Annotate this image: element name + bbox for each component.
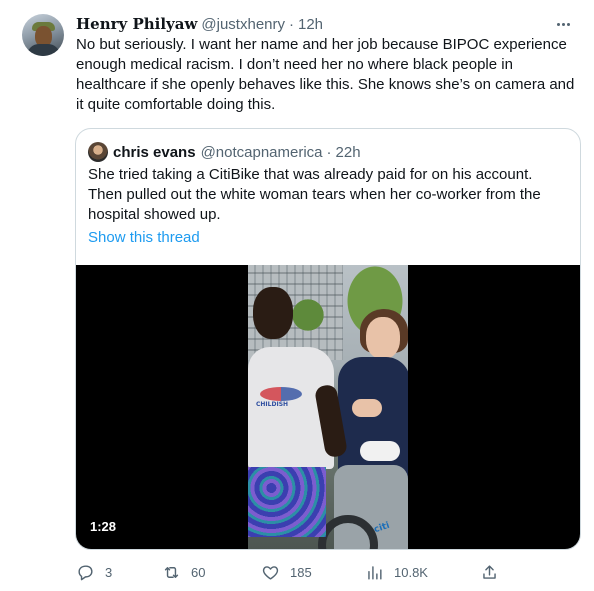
quoted-tweet[interactable]: chris evans @notcapnamerica · 22h She tr… (75, 128, 581, 550)
tweet[interactable]: Henry Philyaw @justxhenry · 12h No but s… (0, 0, 594, 591)
author-display-name[interactable]: Henry Philyaw (76, 15, 197, 33)
show-thread-link[interactable]: Show this thread (88, 229, 200, 246)
tweet-text: No but seriously. I want her name and he… (76, 36, 575, 113)
video-player[interactable]: citi CHILDISH 1:28 (76, 265, 580, 549)
quoted-author-display-name[interactable]: chris evans (113, 144, 196, 161)
shirt-logo (260, 387, 302, 401)
retweet-button[interactable]: 60 (162, 560, 205, 584)
like-button[interactable]: 185 (261, 560, 312, 584)
retweet-icon (164, 566, 179, 578)
tweet-actions: 3 60 185 10.8K (76, 560, 496, 584)
reply-icon (78, 564, 93, 580)
reply-count: 3 (105, 564, 113, 580)
heart-icon (262, 565, 279, 580)
avatar-body (27, 44, 60, 56)
separator-dot: · (326, 143, 332, 161)
quoted-author-handle[interactable]: @notcapnamerica (201, 144, 323, 161)
views-count: 10.8K (394, 564, 428, 580)
quoted-tweet-text: She tried taking a CitiBike that was alr… (88, 166, 541, 223)
more-horizontal-icon[interactable] (552, 13, 574, 35)
quoted-tweet-timestamp[interactable]: 22h (336, 144, 361, 161)
author-handle[interactable]: @justxhenry (201, 16, 285, 33)
woman-hand (352, 399, 382, 417)
quoted-tweet-header: chris evans @notcapnamerica · 22h (113, 141, 361, 163)
video-duration: 1:28 (90, 519, 117, 534)
retweet-count: 60 (191, 564, 206, 580)
woman-head (366, 317, 400, 359)
author-avatar[interactable] (22, 14, 64, 56)
man-shorts (248, 467, 326, 537)
background-tree (288, 295, 328, 335)
share-icon (483, 564, 496, 579)
white-glove (360, 441, 400, 461)
separator-dot: · (289, 15, 294, 33)
shirt-logo-text: CHILDISH (256, 401, 289, 408)
like-count: 185 (290, 564, 312, 580)
man-head (253, 287, 293, 339)
share-button[interactable] (480, 560, 499, 584)
tweet-header: Henry Philyaw @justxhenry · 12h (76, 13, 574, 35)
reply-button[interactable]: 3 (76, 560, 112, 584)
video-thumbnail: citi CHILDISH (248, 265, 408, 549)
views-chart-icon (368, 565, 382, 580)
views-button[interactable]: 10.8K (365, 560, 428, 584)
quoted-author-avatar[interactable] (88, 142, 108, 162)
tweet-timestamp[interactable]: 12h (298, 16, 323, 33)
